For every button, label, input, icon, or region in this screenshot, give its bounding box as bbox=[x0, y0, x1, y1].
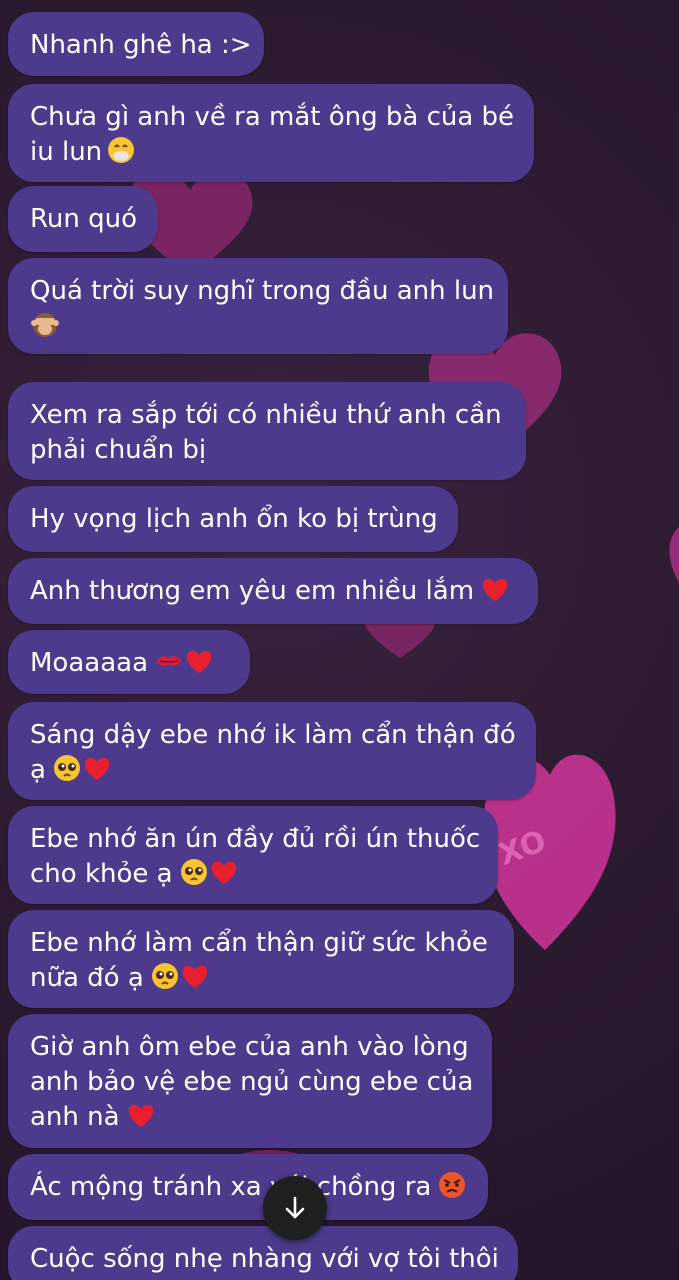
red-heart-emoji bbox=[82, 753, 112, 783]
kiss-mark-emoji bbox=[154, 646, 184, 676]
message-text: Chưa gì anh về ra mắt ông bà của bé bbox=[30, 102, 515, 132]
angry-face-emoji bbox=[437, 1170, 467, 1200]
chat-screen: XO Nhanh ghê ha :> Chưa gì anh về ra mắt… bbox=[0, 0, 679, 1280]
message-bubble[interactable]: Ebe nhớ ăn ún đầy đủ rồi ún thuốc cho kh… bbox=[8, 806, 498, 904]
face-with-hand-over-mouth-emoji bbox=[106, 135, 136, 165]
message-text: ạ bbox=[30, 755, 46, 785]
message-text: Hy vọng lịch anh ổn ko bị trùng bbox=[30, 504, 438, 534]
pleading-face-emoji bbox=[52, 753, 82, 783]
see-no-evil-monkey-emoji bbox=[30, 309, 60, 339]
message-text: Ác mộng tránh xa với chồng ra bbox=[30, 1172, 432, 1202]
message-text: anh nà bbox=[30, 1102, 120, 1132]
message-text: Moaaaaa bbox=[30, 648, 149, 678]
message-text: Xem ra sắp tới có nhiều thứ anh cần bbox=[30, 400, 502, 430]
pleading-face-emoji bbox=[179, 857, 209, 887]
message-bubble[interactable]: Sáng dậy ebe nhớ ik làm cẩn thận đó ạ bbox=[8, 702, 536, 800]
message-text: iu lun bbox=[30, 137, 103, 167]
red-heart-emoji bbox=[126, 1100, 156, 1130]
background-heart-decoration bbox=[669, 526, 679, 583]
message-bubble[interactable]: Xem ra sắp tới có nhiều thứ anh cần phải… bbox=[8, 382, 526, 480]
red-heart-emoji bbox=[480, 574, 510, 604]
message-bubble[interactable]: Moaaaaa bbox=[8, 630, 250, 694]
message-bubble[interactable]: Hy vọng lịch anh ổn ko bị trùng bbox=[8, 486, 458, 552]
message-bubble[interactable]: Giờ anh ôm ebe của anh vào lòng anh bảo … bbox=[8, 1014, 492, 1148]
message-text: Ebe nhớ ăn ún đầy đủ rồi ún thuốc bbox=[30, 824, 481, 854]
message-text: Anh thương em yêu em nhiều lắm bbox=[30, 576, 475, 606]
red-heart-emoji bbox=[184, 646, 214, 676]
message-text: Run quó bbox=[30, 204, 138, 234]
arrow-down-icon bbox=[285, 1196, 305, 1219]
pleading-face-emoji bbox=[150, 961, 180, 991]
message-text: cho khỏe ạ bbox=[30, 859, 173, 889]
message-bubble[interactable]: Anh thương em yêu em nhiều lắm bbox=[8, 558, 538, 624]
message-bubble[interactable]: Ebe nhớ làm cẩn thận giữ sức khỏe nữa đó… bbox=[8, 910, 514, 1008]
svg-text:XO: XO bbox=[494, 824, 551, 873]
message-text: Sáng dậy ebe nhớ ik làm cẩn thận đó bbox=[30, 720, 516, 750]
message-bubble[interactable]: Chưa gì anh về ra mắt ông bà của bé iu l… bbox=[8, 84, 534, 182]
message-text: Cuộc sống nhẹ nhàng với vợ tôi thôi bbox=[30, 1244, 499, 1274]
message-bubble[interactable]: Run quó bbox=[8, 186, 158, 252]
message-bubble[interactable]: Nhanh ghê ha :> bbox=[8, 12, 264, 76]
message-text: nữa đó ạ bbox=[30, 963, 144, 993]
message-text: anh bảo vệ ebe ngủ cùng ebe của bbox=[30, 1067, 474, 1097]
message-bubble[interactable]: Cuộc sống nhẹ nhàng với vợ tôi thôi bbox=[8, 1226, 518, 1280]
red-heart-emoji bbox=[209, 857, 239, 887]
scroll-to-bottom-button[interactable] bbox=[263, 1176, 327, 1240]
message-text: phải chuẩn bị bbox=[30, 435, 207, 465]
message-bubble[interactable]: Ác mộng tránh xa với chồng ra bbox=[8, 1154, 488, 1220]
red-heart-emoji bbox=[180, 961, 210, 991]
message-text: Nhanh ghê ha :> bbox=[30, 30, 252, 60]
message-text: Giờ anh ôm ebe của anh vào lòng bbox=[30, 1032, 469, 1062]
message-text: Ebe nhớ làm cẩn thận giữ sức khỏe bbox=[30, 928, 488, 958]
message-bubble[interactable]: Quá trời suy nghĩ trong đầu anh lun bbox=[8, 258, 508, 354]
message-text: Quá trời suy nghĩ trong đầu anh lun bbox=[30, 276, 495, 306]
